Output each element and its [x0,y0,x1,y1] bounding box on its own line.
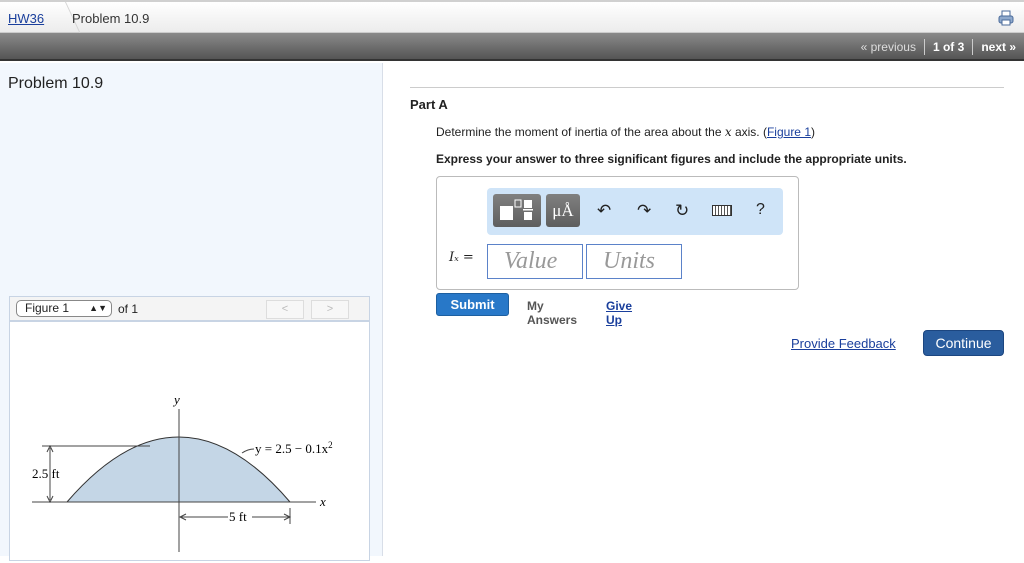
part-title: Part A [410,97,448,112]
breadcrumb-hw36[interactable]: HW36 [8,11,44,26]
give-up-link[interactable]: Give Up [606,299,632,327]
reset-icon[interactable]: ↻ [675,201,689,221]
equation-label: y = 2.5 − 0.1x2 [255,440,333,456]
width-label: 5 ft [229,509,247,524]
fraction-template-icon [500,199,533,220]
y-axis-label: y [172,392,180,407]
divider [410,87,1004,88]
help-icon[interactable]: ? [756,201,765,219]
units-input[interactable]: Units [586,244,682,279]
undo-icon[interactable]: ↶ [597,201,611,221]
my-answers-label: My Answers [527,299,578,327]
redo-icon[interactable]: ↷ [637,201,651,221]
next-link[interactable]: next » [981,40,1016,55]
figure-select[interactable]: Figure 1 ▲▼ [16,300,112,317]
figure-count: of 1 [118,302,139,316]
problem-title: Problem 10.9 [8,75,104,92]
submit-button[interactable]: Submit [436,293,509,316]
x-axis-label: x [319,494,326,509]
answer-label: Iₓ = [449,250,474,265]
figure-prev-button[interactable]: < [266,300,304,319]
pager-bar: « previous 1 of 3 next » [0,33,1024,61]
figure-image: y x y = 2.5 − 0.1x2 2.5 ft 5 ft [9,321,370,561]
instruction-text: Express your answer to three significant… [436,152,907,166]
divider [972,39,974,55]
figure-next-button[interactable]: > [311,300,349,319]
problem-panel: Problem 10.9 Figure 1 ▲▼ of 1 < > y x y =… [0,63,383,561]
divider [923,39,925,55]
height-label: 2.5 ft [32,466,60,481]
figure-nav: Figure 1 ▲▼ of 1 < > [9,296,370,321]
page-position: 1 of 3 [932,40,965,54]
units-button[interactable]: μÅ [546,194,580,227]
breadcrumb-current: Problem 10.9 [72,11,150,26]
figure-select-value: Figure 1 [25,301,70,315]
figure-link[interactable]: Figure 1 [767,125,811,139]
value-input[interactable]: Value [487,244,583,279]
print-icon[interactable] [998,10,1014,26]
math-toolbar: μÅ ↶ ↷ ↻ ? [487,188,783,235]
continue-button[interactable]: Continue [923,330,1004,356]
select-arrows-icon: ▲▼ [89,303,107,313]
answer-box: μÅ ↶ ↷ ↻ ? Iₓ = Value Units [436,176,799,290]
previous-link[interactable]: « previous [861,40,916,55]
breadcrumb-bar: HW36 Problem 10.9 [0,0,1024,35]
provide-feedback-link[interactable]: Provide Feedback [791,336,896,351]
keyboard-icon[interactable] [712,205,732,216]
templates-button[interactable] [493,194,541,227]
question-text: Determine the moment of inertia of the a… [436,125,815,139]
